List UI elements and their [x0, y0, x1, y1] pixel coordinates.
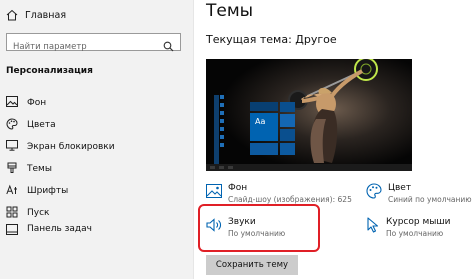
sidebar-item-lock-screen[interactable]: Экран блокировки — [0, 136, 193, 158]
preview-tile — [220, 111, 224, 115]
tile-label: Aa — [255, 117, 266, 126]
preview-tile — [220, 127, 224, 131]
theme-option-background[interactable]: Фон Слайд-шоу (изображения): 625 — [206, 183, 352, 205]
main-panel: Темы Текущая тема: Другое Aa Фон Слайд-ш… — [194, 0, 474, 279]
picture-icon — [206, 183, 222, 202]
home-icon — [6, 6, 18, 25]
sidebar-item-colors[interactable]: Цвета — [0, 114, 193, 136]
home-label: Главная — [25, 9, 67, 21]
option-subtitle: По умолчанию — [228, 229, 286, 238]
home-nav[interactable]: Главная — [6, 8, 66, 22]
sidebar-item-label: Темы — [27, 164, 52, 174]
sidebar-item-start[interactable]: Пуск — [0, 202, 193, 224]
speaker-icon — [206, 217, 222, 236]
current-theme-heading: Текущая тема: Другое — [206, 33, 337, 46]
preview-tile — [280, 102, 295, 112]
save-theme-button[interactable]: Сохранить тему — [206, 255, 298, 275]
page-title: Темы — [206, 1, 254, 21]
cursor-icon — [366, 217, 380, 237]
option-title: Фон — [228, 183, 248, 193]
preview-tile — [220, 103, 224, 107]
wallpaper-image — [206, 59, 412, 171]
search-icon[interactable] — [163, 37, 174, 56]
theme-option-color[interactable]: Цвет Синий по умолчанию — [366, 183, 472, 205]
option-title: Курсор мыши — [386, 217, 451, 227]
section-title: Персонализация — [6, 66, 93, 76]
preview-tile — [250, 102, 278, 111]
font-icon — [6, 184, 18, 199]
preview-tile-large: Aa — [250, 113, 278, 141]
preview-tile — [220, 135, 224, 139]
taskbar-pin — [210, 166, 215, 169]
preview-tile — [220, 119, 224, 123]
theme-option-sounds[interactable]: Звуки По умолчанию — [206, 217, 285, 239]
palette-icon — [6, 117, 18, 133]
sidebar-item-label: Фон — [27, 98, 47, 108]
taskbar-icon — [6, 224, 18, 236]
preview-tile-strip — [214, 95, 219, 164]
preview-tile — [280, 143, 295, 155]
picture-icon — [6, 96, 18, 110]
option-subtitle: Синий по умолчанию — [388, 195, 472, 204]
preview-tile — [220, 95, 224, 99]
sidebar-item-taskbar[interactable]: Панель задач — [0, 224, 193, 236]
theme-option-cursor[interactable]: Курсор мыши По умолчанию — [366, 217, 450, 239]
preview-tile — [250, 143, 278, 155]
search-input[interactable] — [7, 39, 163, 55]
taskbar-pin — [228, 166, 233, 169]
sidebar-item-label: Панель задач — [27, 224, 92, 234]
option-title: Звуки — [228, 217, 256, 227]
start-icon — [6, 206, 18, 221]
sidebar-item-fonts[interactable]: Шрифты — [0, 180, 193, 202]
preview-tile — [220, 143, 224, 147]
monitor-icon — [6, 140, 18, 154]
sidebar-item-label: Цвета — [27, 120, 56, 130]
search-box[interactable] — [6, 33, 181, 55]
preview-taskbar — [206, 164, 412, 171]
theme-preview: Aa — [206, 59, 412, 171]
option-title: Цвет — [388, 183, 412, 193]
nav-list: Фон Цвета Экран блокировки Темы Шрифты П… — [0, 92, 193, 236]
sidebar-item-themes[interactable]: Темы — [0, 158, 193, 180]
sidebar: Главная Персонализация Фон — [0, 0, 194, 279]
sidebar-item-background[interactable]: Фон — [0, 92, 193, 114]
sidebar-item-label: Экран блокировки — [27, 142, 115, 152]
taskbar-pin — [219, 166, 224, 169]
sidebar-item-label: Пуск — [27, 208, 50, 218]
palette-icon — [366, 183, 382, 203]
sidebar-item-label: Шрифты — [27, 186, 69, 196]
preview-tile — [280, 129, 295, 141]
option-subtitle: По умолчанию — [386, 229, 444, 238]
preview-tile — [280, 114, 295, 127]
brush-icon — [6, 162, 18, 177]
